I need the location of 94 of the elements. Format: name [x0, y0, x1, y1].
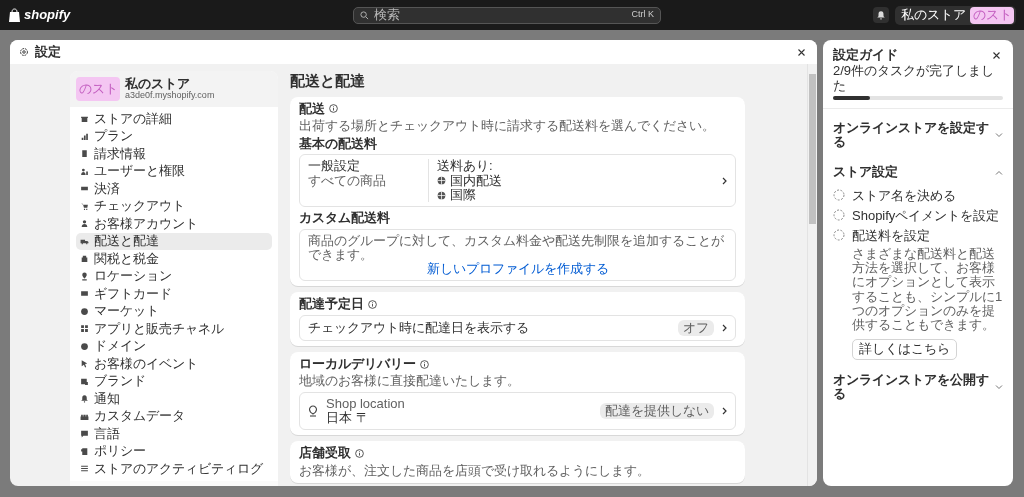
sidebar-item[interactable]: アプリと販売チャネル — [76, 320, 272, 338]
sidebar-item[interactable]: お客様のイベント — [76, 355, 272, 373]
location-row[interactable]: Shop location 日本 〒 配達を提供しない — [299, 391, 736, 431]
profile-scope: すべての商品 — [308, 173, 387, 188]
task-label[interactable]: 配送料を設定 — [852, 229, 930, 244]
page-title: 配送と配達 — [290, 73, 366, 90]
document-icon — [80, 149, 89, 159]
sidebar-item[interactable]: ユーザーと権限 — [76, 162, 272, 180]
sidebar-item[interactable]: カスタムデータ — [76, 407, 272, 425]
row-label: チェックアウト時に配達日を表示する — [308, 320, 530, 336]
info-icon[interactable] — [355, 448, 364, 458]
sidebar-item[interactable]: 関税と税金 — [76, 250, 272, 268]
bell-icon — [80, 394, 89, 404]
sidebar-item[interactable]: ブランド — [76, 372, 272, 390]
sidebar-item[interactable]: チェックアウト — [76, 197, 272, 215]
profile-name: 一般設定 — [308, 159, 361, 174]
search-icon — [360, 10, 369, 20]
store-url: a3de0f.myshopify.com — [125, 91, 215, 102]
person-icon — [80, 219, 89, 229]
list-icon — [80, 464, 89, 474]
notifications-button[interactable] — [873, 7, 889, 23]
store-avatar: のスト — [970, 6, 1014, 24]
section-title: ストア設定 — [833, 165, 899, 180]
section-heading: 基本の配送料 — [299, 137, 378, 152]
learn-more-button[interactable]: 詳しくはこちら — [852, 339, 957, 360]
location-address: 日本 〒 — [326, 410, 370, 426]
section-title: オンラインストアを公開する — [833, 372, 990, 402]
bar-chart-icon — [80, 131, 89, 141]
sidebar-item[interactable]: ロケーション — [76, 267, 272, 285]
task-description: さまざまな配送料と配送方法を選択して、お客様にオプションとして表示することも、シンプルに1つのオプションのみを提供することもできます。 — [852, 246, 1003, 333]
progress-text: 2/9件のタスクが完了しました — [832, 64, 996, 93]
info-icon[interactable] — [368, 300, 377, 310]
search-input[interactable]: 検索 — [374, 7, 627, 23]
logo-text: shopify — [24, 7, 71, 23]
card-description: 出荷する場所とチェックアウト時に請求する配送料を選んでください。 — [299, 118, 716, 134]
rates-label: 送料あり: — [437, 159, 494, 174]
info-icon[interactable] — [329, 104, 338, 114]
guide-title: 設定ガイド — [833, 48, 898, 63]
users-icon — [80, 166, 89, 176]
chevron-right-icon — [722, 406, 727, 415]
shipping-profile-row[interactable]: 一般設定 すべての商品 送料あり: 国内配送 国際 — [299, 154, 736, 208]
sidebar-item[interactable]: 請求情報 — [76, 145, 272, 163]
guide-section-header[interactable]: ストア設定 — [833, 159, 1003, 186]
section-title: オンラインストアを設定する — [833, 120, 990, 150]
location-name: Shop location — [326, 396, 406, 411]
zone-name: 国内配送 — [450, 173, 502, 188]
chevron-right-icon — [722, 323, 727, 332]
bell-icon — [876, 10, 886, 20]
card-title: ローカルデリバリー — [299, 357, 416, 372]
status-badge: オフ — [678, 319, 714, 337]
settings-icon — [19, 47, 29, 57]
card-title: 店舗受取 — [299, 446, 351, 461]
guide-section-header[interactable]: オンラインストアを公開する — [833, 366, 1003, 408]
cursor-icon — [80, 359, 89, 369]
create-profile-link[interactable]: 新しいプロファイルを作成する — [426, 262, 609, 277]
status-badge: 配達を提供しない — [600, 402, 714, 420]
sidebar-item[interactable]: 通知 — [76, 390, 272, 408]
search-field[interactable]: 検索 Ctrl K — [353, 6, 661, 24]
sidebar-item[interactable]: マーケット — [76, 302, 272, 320]
sidebar-item[interactable]: ポリシー — [76, 442, 272, 460]
store-menu-button[interactable]: 私のストア のスト — [895, 5, 1016, 25]
card-title: 配送 — [299, 101, 325, 116]
store-avatar: のスト — [76, 77, 120, 101]
sidebar-item[interactable]: お客様アカウント — [76, 215, 272, 233]
sidebar-item[interactable]: ギフトカード — [76, 285, 272, 303]
pin-icon — [80, 271, 89, 281]
sidebar-item[interactable]: ストアのアクティビティログ — [76, 460, 272, 478]
close-icon — [797, 48, 805, 56]
task-label[interactable]: ストア名を決める — [852, 188, 956, 204]
shortcut-hint: Ctrl K — [631, 10, 654, 20]
section-heading: カスタム配送料 — [299, 211, 391, 226]
sidebar-item[interactable]: プラン — [76, 127, 272, 145]
dialog-title: 設定 — [35, 44, 61, 60]
card-title: 配達予定日 — [299, 297, 364, 312]
task-label[interactable]: Shopifyペイメントを設定 — [852, 209, 1000, 224]
custom-rates-text: 商品のグループに対して、カスタム料金や配送先制限を追加することができます。 — [308, 233, 725, 262]
card-description: お客様が、注文した商品を店頭で受け取れるようにします。 — [299, 463, 651, 478]
scrollbar[interactable] — [807, 64, 817, 486]
sidebar-item[interactable]: 決済 — [76, 180, 272, 198]
sidebar-item[interactable]: 言語 — [76, 425, 272, 443]
delivery-date-row[interactable]: チェックアウト時に配達日を表示する オフ — [299, 314, 736, 342]
sidebar-item[interactable]: ストアの詳細 — [76, 110, 272, 128]
sidebar-item[interactable]: ドメイン — [76, 337, 272, 355]
sidebar-item[interactable]: 配送と配達 — [76, 232, 272, 250]
zone-name: 国際 — [450, 188, 476, 203]
store-name: 私のストア — [125, 76, 191, 91]
shopping-bag-icon — [8, 7, 21, 23]
close-icon — [992, 51, 1000, 59]
location-pin-icon — [308, 404, 318, 417]
card-description: 地域のお客様に直接配達いたします。 — [299, 374, 521, 389]
guide-section-header[interactable]: オンラインストアを設定する — [833, 114, 1003, 156]
chevron-right-icon — [722, 176, 727, 185]
info-icon[interactable] — [420, 359, 429, 369]
apps-icon — [80, 324, 89, 334]
